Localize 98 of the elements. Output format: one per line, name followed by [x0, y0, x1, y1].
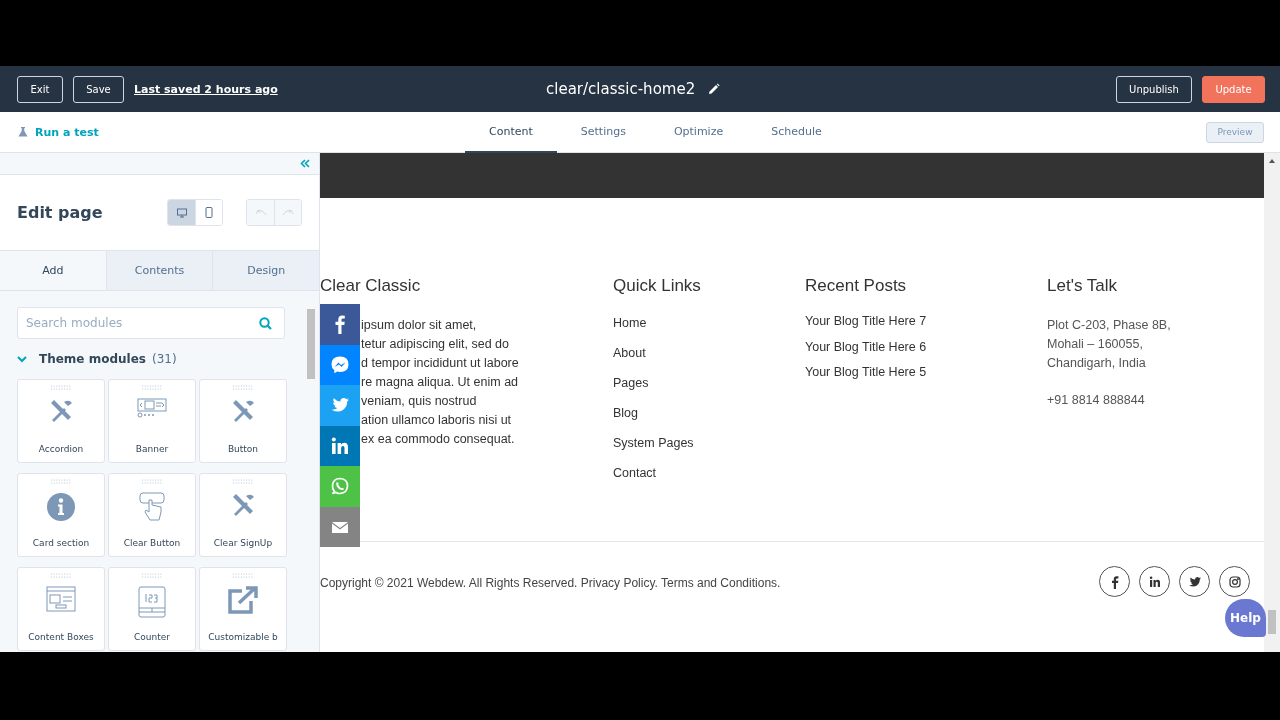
panel-tab[interactable]: Contents — [105, 251, 213, 290]
panel-tab[interactable]: Design — [212, 251, 319, 290]
drag-handle-icon[interactable] — [141, 385, 163, 390]
info-icon — [46, 492, 76, 522]
banner-icon — [137, 398, 167, 420]
section-title[interactable]: Theme modules — [39, 352, 146, 366]
search-field[interactable]: Search modules — [17, 307, 285, 339]
search-icon[interactable] — [259, 317, 272, 330]
page-title: clear/classic-home2 — [546, 80, 696, 98]
column-heading: Let's Talk — [1047, 275, 1119, 297]
chevron-icon[interactable] — [17, 355, 27, 363]
drag-handle-icon[interactable] — [50, 573, 72, 578]
editor-tab[interactable]: Schedule — [747, 112, 846, 153]
drag-handle-icon[interactable] — [232, 385, 254, 390]
phone-number: +91 8814 888844 — [1047, 392, 1146, 409]
module-name: Counter — [134, 632, 170, 642]
module-name: Clear SignUp — [213, 538, 273, 548]
module-name: Accordion — [38, 444, 84, 454]
paragraph-line: ex ea commodo consequat. — [361, 431, 516, 448]
paragraph-line: tetur adipiscing elit, sed do — [361, 336, 510, 353]
column-heading: Recent Posts — [805, 275, 908, 297]
post-link[interactable]: Your Blog Title Here 7 — [805, 312, 1047, 331]
editor-tab[interactable]: Optimize — [649, 112, 748, 153]
messenger-icon — [330, 354, 350, 375]
module-name: Content Boxes — [28, 632, 94, 642]
whatsapp-share-button[interactable] — [320, 466, 360, 507]
footer-link[interactable]: Blog — [613, 404, 805, 423]
module-tile[interactable]: Button — [199, 379, 287, 463]
collapse-icon[interactable] — [300, 159, 310, 168]
module-name: Banner — [135, 444, 169, 454]
scroll-up-icon[interactable] — [1268, 158, 1276, 164]
mobile-view-button[interactable] — [195, 200, 222, 225]
whatsapp-icon — [330, 476, 350, 497]
phone-icon — [205, 207, 213, 218]
pencil-icon[interactable] — [708, 83, 721, 95]
panel-tab[interactable]: Add — [0, 251, 106, 290]
module-name: Customizable b — [208, 632, 278, 642]
drag-handle-icon[interactable] — [232, 573, 254, 578]
external-link-icon — [228, 586, 258, 614]
paragraph-line: re magna aliqua. Ut enim ad — [361, 374, 520, 391]
monitor-icon — [176, 207, 187, 218]
module-tile[interactable]: Customizable b — [199, 567, 287, 651]
drag-handle-icon[interactable] — [50, 385, 72, 390]
counter-icon — [138, 586, 166, 618]
post-link[interactable]: Your Blog Title Here 6 — [805, 337, 1047, 357]
twitter-share-button[interactable] — [320, 385, 360, 426]
drag-handle-icon[interactable] — [232, 479, 254, 484]
module-tile[interactable]: Clear SignUp — [199, 473, 287, 557]
module-tile[interactable]: Content Boxes — [17, 567, 105, 651]
module-name: Card section — [32, 538, 90, 548]
twitter-icon — [1187, 574, 1202, 589]
email-share-button[interactable] — [320, 506, 360, 547]
drag-handle-icon[interactable] — [141, 479, 163, 484]
drag-handle-icon[interactable] — [50, 479, 72, 484]
module-name: Clear Button — [123, 538, 181, 548]
footer-link[interactable]: System Pages — [613, 434, 805, 453]
content-boxes-icon — [46, 586, 76, 612]
address-line: Chandigarh, India — [1047, 355, 1147, 372]
address-line: Plot C-203, Phase 8B, — [1047, 317, 1172, 334]
paragraph-line: ation ullamco laboris nisi ut — [361, 412, 513, 429]
module-count: (31) — [151, 352, 177, 366]
scroll-thumb[interactable] — [1268, 610, 1276, 634]
facebook-share-button[interactable] — [320, 304, 360, 345]
footer-link[interactable]: Home — [613, 314, 805, 333]
editor-tab[interactable]: Settings — [556, 112, 650, 153]
last-saved-link[interactable]: Last saved 2 hours ago — [134, 82, 278, 96]
linkedin-share-button[interactable] — [320, 425, 360, 466]
column-heading: Clear Classic — [320, 275, 422, 297]
column-heading: Quick Links — [613, 275, 702, 297]
paragraph-line: veniam, quis nostrud — [361, 393, 478, 410]
flask-icon — [18, 127, 28, 137]
messenger-share-button[interactable] — [320, 344, 360, 385]
footer-link[interactable]: Contact — [613, 464, 805, 483]
footer-link[interactable]: Pages — [613, 374, 805, 393]
scroll-thumb[interactable] — [307, 309, 315, 379]
module-tile[interactable]: Banner — [108, 379, 196, 463]
post-link[interactable]: Your Blog Title Here 5 — [805, 363, 1047, 382]
module-tile[interactable]: Accordion — [17, 379, 105, 463]
copyright-text: Copyright © 2021 Webdew. All Rights Reserved. Privacy Policy. Terms and Conditions. — [320, 576, 781, 590]
module-tile[interactable]: Counter — [108, 567, 196, 651]
paragraph-line: d tempor incididunt ut labore — [361, 355, 520, 372]
hand-pointer-icon — [139, 492, 165, 522]
unpublish-button[interactable]: Unpublish — [1116, 75, 1192, 103]
instagram-icon — [1227, 574, 1242, 589]
linkedin-icon — [330, 435, 350, 456]
scrollbar[interactable] — [1264, 153, 1280, 652]
desktop-view-button[interactable] — [168, 200, 195, 225]
footer-link[interactable]: About — [613, 344, 805, 363]
address-line: Mohali – 160055, — [1047, 336, 1144, 353]
panel-title: Edit page — [17, 203, 104, 222]
module-tile[interactable]: Card section — [17, 473, 105, 557]
exit-button[interactable]: Exit — [17, 75, 63, 103]
save-button[interactable]: Save — [73, 75, 124, 103]
linkedin-icon — [1147, 574, 1162, 589]
drag-handle-icon[interactable] — [141, 573, 163, 578]
module-tile[interactable]: Clear Button — [108, 473, 196, 557]
paragraph-line: ipsum dolor sit amet, — [361, 317, 478, 334]
module-name: Button — [227, 444, 259, 454]
